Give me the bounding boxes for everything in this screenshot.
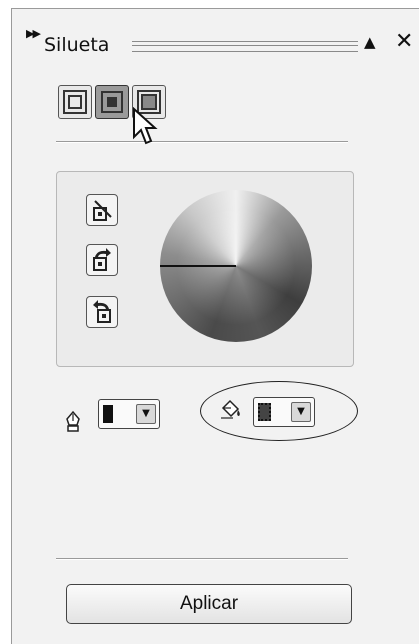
triangle-up-icon[interactable]: ▲ — [364, 33, 376, 51]
chevron-down-icon[interactable]: ▼ — [136, 404, 156, 424]
double-chevron-right-icon[interactable]: ▶▶ — [26, 27, 41, 40]
fill-color-highlight-ellipse — [200, 381, 358, 441]
close-icon[interactable]: ✕ — [395, 29, 413, 54]
pen-nib-icon — [66, 410, 80, 432]
apply-button[interactable]: Aplicar — [66, 584, 352, 624]
contour-outside-icon[interactable] — [58, 85, 92, 119]
counterclockwise-contour-icon[interactable] — [86, 296, 118, 328]
docker-titlebar: ▶▶ Silueta ▲ ✕ — [12, 9, 419, 63]
hue-indicator-line[interactable] — [160, 265, 236, 267]
linear-contour-icon[interactable] — [86, 194, 118, 226]
outline-color-dropdown[interactable]: ▼ — [98, 399, 160, 429]
contour-docker: ▶▶ Silueta ▲ ✕ ▼ ▼ Aplicar — [11, 8, 419, 644]
color-blend-group — [56, 171, 354, 367]
divider — [56, 558, 348, 560]
divider — [56, 141, 348, 143]
drag-handle[interactable] — [132, 41, 358, 52]
clockwise-contour-icon[interactable] — [86, 244, 118, 276]
contour-center-icon[interactable] — [95, 85, 129, 119]
docker-title: Silueta — [44, 34, 110, 56]
mouse-pointer-icon — [133, 107, 158, 145]
outline-color-swatch — [103, 405, 113, 423]
